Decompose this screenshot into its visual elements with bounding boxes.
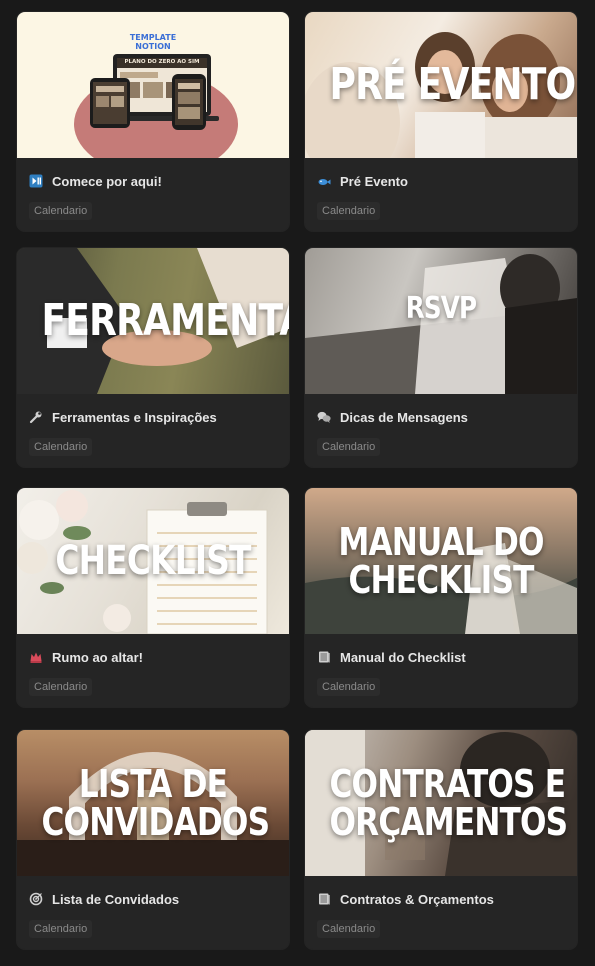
card-properties: Manual do Checklist Calendario [305,634,577,696]
card-properties: Dicas de Mensagens Calendario [305,394,577,456]
card-cover: TEMPLATE NOTION PLANO DO ZERO AO SIM [17,12,289,158]
card-title[interactable]: Manual do Checklist [340,650,466,665]
gallery-card-comece[interactable]: TEMPLATE NOTION PLANO DO ZERO AO SIM Com… [17,12,289,231]
card-properties: Comece por aqui! Calendario [17,158,289,220]
gallery-view: TEMPLATE NOTION PLANO DO ZERO AO SIM Com… [0,0,595,966]
play-button-icon [29,174,43,188]
tag-calendario: Calendario [29,202,93,220]
fish-icon [317,174,331,188]
speech-bubbles-icon [317,410,331,424]
card-title[interactable]: Lista de Convidados [52,892,179,907]
gallery-card-pre-evento[interactable]: PRÉ EVENTO Pré Evento Calendario [305,12,577,231]
gallery-card-ferramentas[interactable]: FERRAMENTAS Ferramentas e Inspirações Ca… [17,248,289,467]
cover-title: LISTA DE CONVIDADOS [41,762,270,844]
card-properties: Rumo ao altar! Calendario [17,634,289,696]
cover-title: PRÉ EVENTO [329,59,576,110]
cover-title: FERRAMENTAS [41,295,289,346]
card-properties: Pré Evento Calendario [305,158,577,220]
tag-calendario: Calendario [317,678,381,696]
card-cover: LISTA DE CONVIDADOS [17,730,289,876]
card-cover: CONTRATOS E ORÇAMENTOS [305,730,577,876]
template-label: TEMPLATE NOTION [129,33,177,51]
gallery-card-contratos[interactable]: CONTRATOS E ORÇAMENTOS Contratos & Orçam… [305,730,577,949]
card-title[interactable]: Contratos & Orçamentos [340,892,494,907]
tag-calendario: Calendario [317,920,381,938]
book-icon [317,650,331,664]
card-cover: MANUAL DO CHECKLIST [305,488,577,634]
card-title[interactable]: Pré Evento [340,174,408,189]
cover-title: CONTRATOS E ORÇAMENTOS [329,762,568,844]
cover-title: RSVP [405,291,477,327]
crown-icon [29,650,43,664]
gallery-card-rsvp[interactable]: RSVP Dicas de Mensagens Calendario [305,248,577,467]
cover-title: CHECKLIST [55,538,251,584]
cover-title: MANUAL DO CHECKLIST [338,520,544,602]
gallery-card-convidados[interactable]: LISTA DE CONVIDADOS Lista de Convidados … [17,730,289,949]
book-icon [317,892,331,906]
target-icon [29,892,43,906]
gallery-card-checklist[interactable]: CHECKLIST Rumo ao altar! Calendario [17,488,289,707]
card-title[interactable]: Dicas de Mensagens [340,410,468,425]
card-properties: Ferramentas e Inspirações Calendario [17,394,289,456]
card-title[interactable]: Rumo ao altar! [52,650,143,665]
card-properties: Lista de Convidados Calendario [17,876,289,938]
tag-calendario: Calendario [29,438,93,456]
card-title[interactable]: Ferramentas e Inspirações [52,410,217,425]
card-cover: RSVP [305,248,577,394]
card-properties: Contratos & Orçamentos Calendario [305,876,577,938]
wrench-icon [29,410,43,424]
gallery-card-manual[interactable]: MANUAL DO CHECKLIST Manual do Checklist … [305,488,577,707]
tag-calendario: Calendario [317,438,381,456]
tag-calendario: Calendario [29,920,93,938]
card-cover: CHECKLIST [17,488,289,634]
card-title[interactable]: Comece por aqui! [52,174,162,189]
screen-title: PLANO DO ZERO AO SIM [124,59,200,65]
tag-calendario: Calendario [317,202,381,220]
card-cover: PRÉ EVENTO [305,12,577,158]
card-cover: FERRAMENTAS [17,248,289,394]
tag-calendario: Calendario [29,678,93,696]
